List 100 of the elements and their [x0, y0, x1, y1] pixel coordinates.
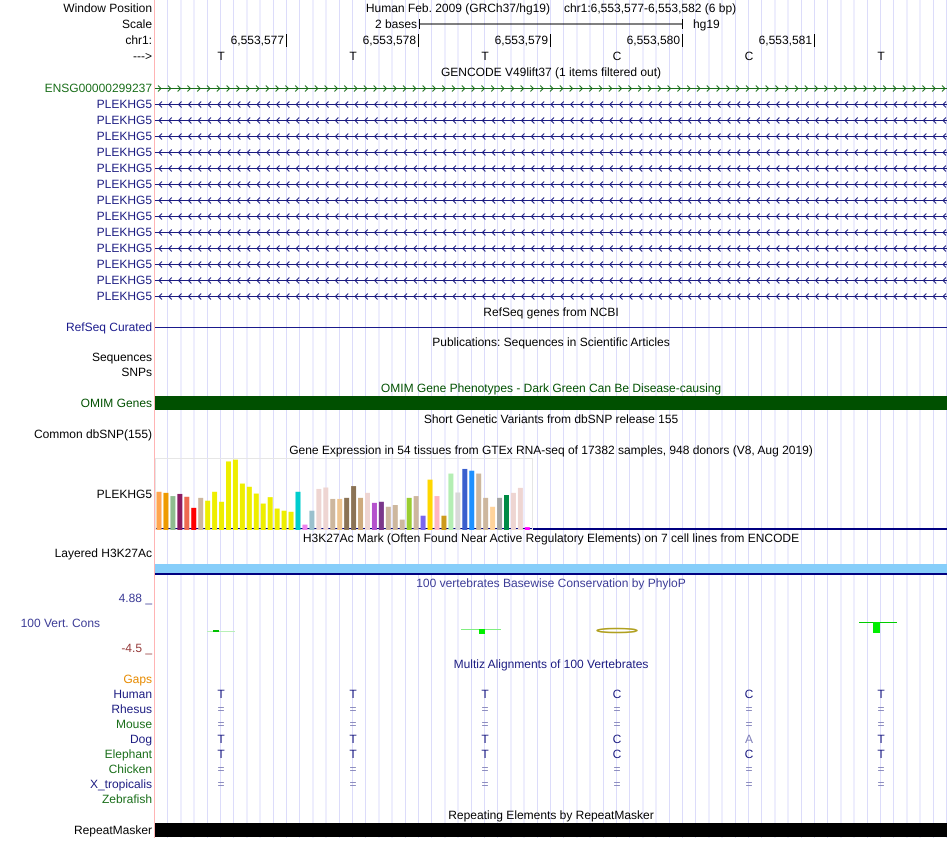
track-label: Common dbSNP(155)	[34, 427, 152, 442]
scale-text: 2 bases	[374, 17, 417, 31]
aligned-base: =	[613, 717, 620, 731]
gene-label: PLEKHG5	[96, 256, 152, 272]
gene-label: PLEKHG5	[96, 224, 152, 240]
track-title: Short Genetic Variants from dbSNP release 155	[424, 411, 678, 427]
species-label: Zebrafish	[102, 792, 152, 807]
aligned-base: C	[612, 732, 622, 746]
position-tick: 6,553,580	[626, 34, 683, 46]
gene-label: PLEKHG5	[96, 176, 152, 192]
gene-label: PLEKHG5	[96, 128, 152, 144]
aligned-base: T	[481, 732, 489, 746]
axis-min-label: -4.5 _	[121, 641, 152, 656]
base-letter: C	[744, 49, 754, 63]
aligned-base: =	[745, 702, 752, 716]
species-label: Rhesus	[111, 702, 152, 717]
aligned-base: C	[744, 747, 754, 761]
aligned-base: T	[481, 747, 489, 761]
aligned-base: C	[612, 687, 622, 701]
gene-label: PLEKHG5	[96, 160, 152, 176]
species-label: X_tropicalis	[90, 777, 152, 792]
assembly-text: Human Feb. 2009 (GRCh37/hg19)	[366, 0, 550, 16]
position-tick: 6,553,577	[230, 34, 287, 46]
track-label: SNPs	[121, 365, 152, 380]
track-title: Gene Expression in 54 tissues from GTEx RNA-seq of 17382 samples, 948 donors (V8, Aug 2019)	[289, 442, 813, 458]
aligned-base: =	[877, 717, 884, 731]
aligned-base: =	[217, 702, 224, 716]
track-title: RefSeq genes from NCBI	[483, 304, 619, 320]
aligned-base: =	[481, 777, 488, 791]
track-label: RepeatMasker	[74, 823, 152, 838]
aligned-base: =	[877, 777, 884, 791]
gene-label: PLEKHG5	[96, 272, 152, 288]
aligned-base: T	[877, 732, 885, 746]
aligned-base: =	[613, 777, 620, 791]
aligned-base: T	[877, 747, 885, 761]
aligned-base: T	[349, 732, 357, 746]
axis-max-label: 4.88 _	[118, 591, 152, 606]
track-label: RefSeq Curated	[66, 320, 152, 334]
track-title: OMIM Gene Phenotypes - Dark Green Can Be Disease-causing	[380, 380, 722, 396]
base-letter: C	[612, 49, 622, 63]
aligned-base: =	[217, 777, 224, 791]
aligned-base: =	[745, 717, 752, 731]
strand-label: --->	[133, 48, 152, 64]
gene-label: PLEKHG5	[96, 192, 152, 208]
aligned-base: T	[217, 747, 225, 761]
aligned-base: =	[349, 777, 356, 791]
aligned-base: =	[877, 702, 884, 716]
track-title: Publications: Sequences in Scientific Articles	[432, 334, 670, 350]
aligned-base: =	[349, 702, 356, 716]
species-label: Mouse	[116, 717, 152, 732]
aligned-base: C	[744, 687, 754, 701]
aligned-base: T	[349, 747, 357, 761]
assembly-name: hg19	[693, 17, 720, 31]
gene-label: PLEKHG5	[96, 240, 152, 256]
gene-label: PLEKHG5	[96, 208, 152, 224]
track-title: GENCODE V49lift37 (1 items filtered out)	[440, 64, 662, 80]
species-label: Elephant	[104, 747, 152, 762]
aligned-base: T	[349, 687, 357, 701]
aligned-base: =	[217, 762, 224, 776]
gene-label: PLEKHG5	[96, 288, 152, 304]
track-label: PLEKHG5	[96, 487, 152, 501]
aligned-base: =	[217, 717, 224, 731]
aligned-base: =	[613, 702, 620, 716]
track-label: Layered H3K27Ac	[54, 546, 152, 561]
aligned-base: =	[349, 717, 356, 731]
position-tick: 6,553,581	[758, 34, 815, 46]
track-label: OMIM Genes	[80, 396, 152, 411]
base-letter: T	[217, 49, 225, 63]
aligned-base: C	[612, 747, 622, 761]
track-title: H3K27Ac Mark (Often Found Near Active Regulatory Elements) on 7 cell lines from ENCODE	[302, 530, 800, 546]
position-tick: 6,553,578	[362, 34, 419, 46]
aligned-base: =	[349, 762, 356, 776]
gene-label: PLEKHG5	[96, 144, 152, 160]
aligned-base: T	[481, 687, 489, 701]
aligned-base: =	[481, 717, 488, 731]
base-letter: T	[877, 49, 885, 63]
track-label: Gaps	[123, 672, 152, 687]
aligned-base: T	[217, 732, 225, 746]
aligned-base: =	[745, 762, 752, 776]
track-title: Repeating Elements by RepeatMasker	[448, 807, 654, 823]
aligned-base: A	[744, 732, 753, 746]
aligned-base: =	[613, 762, 620, 776]
position-text: chr1:6,553,577-6,553,582 (6 bp)	[564, 0, 736, 16]
gene-label: ENSG00000299237	[44, 80, 152, 96]
aligned-base: =	[481, 762, 488, 776]
gene-label: PLEKHG5	[96, 112, 152, 128]
species-label: Dog	[130, 732, 152, 747]
track-label: Sequences	[92, 350, 152, 365]
species-label: Human	[113, 687, 152, 702]
row-label: Scale	[122, 16, 152, 32]
aligned-base: =	[745, 777, 752, 791]
position-tick: 6,553,579	[494, 34, 551, 46]
species-label: Chicken	[108, 762, 152, 777]
row-label: Window Position	[63, 0, 152, 16]
gene-label: PLEKHG5	[96, 96, 152, 112]
row-label: chr1:	[125, 32, 152, 48]
track-title: 100 vertebrates Basewise Conservation by PhyloP	[416, 575, 686, 591]
aligned-base: =	[481, 702, 488, 716]
base-letter: T	[349, 49, 357, 63]
track-label: 100 Vert. Cons	[20, 616, 100, 631]
